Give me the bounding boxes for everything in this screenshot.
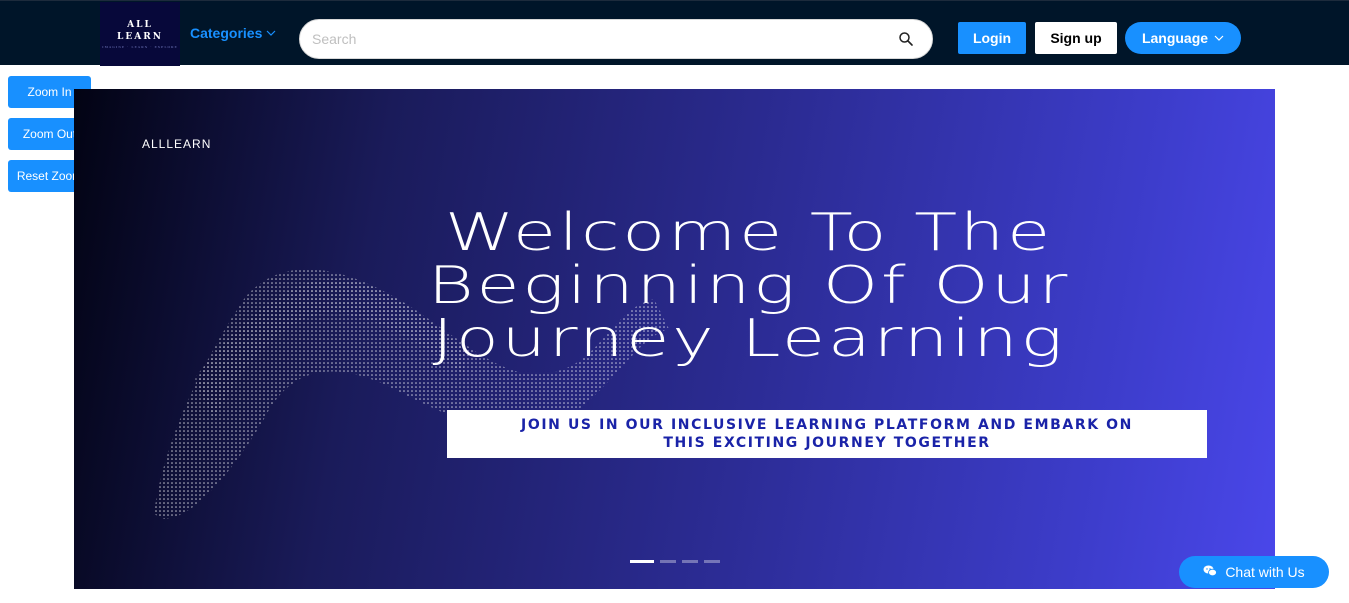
chat-label: Chat with Us [1225, 564, 1305, 580]
search-icon[interactable] [898, 31, 914, 47]
categories-dropdown[interactable]: Categories [190, 25, 276, 41]
banner-subtitle-box: JOIN US IN OUR INCLUSIVE LEARNING PLATFO… [447, 410, 1207, 458]
search-bar [299, 19, 933, 59]
carousel-dot-2[interactable] [660, 560, 676, 563]
subtitle-line2: THIS EXCITING JOURNEY TOGETHER [663, 435, 991, 451]
subtitle-line1: JOIN US IN OUR INCLUSIVE LEARNING PLATFO… [521, 417, 1133, 433]
signup-button[interactable]: Sign up [1035, 22, 1117, 54]
carousel-indicators [630, 560, 720, 563]
wechat-icon [1203, 564, 1218, 581]
categories-label: Categories [190, 25, 263, 41]
logo-tagline: IMAGINE · LEARN · EXPLORE [102, 44, 178, 49]
login-button[interactable]: Login [958, 22, 1026, 54]
chevron-down-icon [1214, 30, 1224, 46]
language-dropdown[interactable]: Language [1125, 22, 1241, 54]
headline-line3: Journey Learning [432, 309, 1066, 369]
logo-line1: ALL [127, 19, 153, 30]
site-logo[interactable]: ALL LEARN IMAGINE · LEARN · EXPLORE [100, 2, 180, 66]
banner-headline: Welcome To The Beginning Of Our Journey … [354, 207, 1144, 366]
carousel-dot-4[interactable] [704, 560, 720, 563]
chevron-down-icon [266, 25, 276, 41]
carousel-dot-1[interactable] [630, 560, 654, 563]
search-input[interactable] [312, 31, 898, 47]
language-label: Language [1141, 30, 1209, 46]
carousel-dot-3[interactable] [682, 560, 698, 563]
headline-line2: Beginning Of Our [427, 256, 1071, 316]
banner-brand: ALLLEARN [142, 137, 212, 151]
top-navbar: ALL LEARN IMAGINE · LEARN · EXPLORE Cate… [0, 0, 1349, 66]
headline-line1: Welcome To The [444, 203, 1053, 263]
chat-with-us-button[interactable]: Chat with Us [1179, 556, 1329, 588]
banner-subtitle: JOIN US IN OUR INCLUSIVE LEARNING PLATFO… [457, 416, 1197, 452]
hero-carousel[interactable]: ALLLEARN Welcome To The Beginning Of Our… [74, 89, 1275, 589]
logo-line2: LEARN [117, 31, 163, 42]
